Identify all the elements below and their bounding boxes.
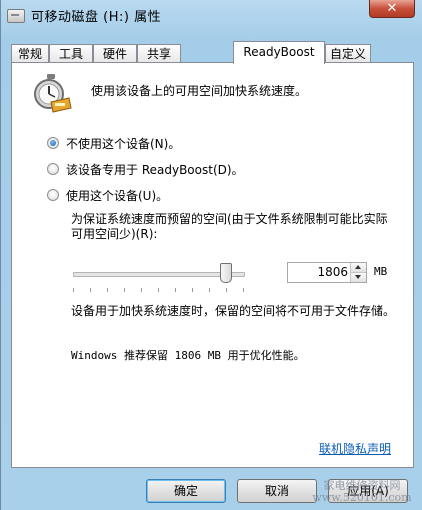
reserve-space-label: 为保证系统速度而预留的空间(由于文件系统限制可能比实际可用空间少)(R): — [71, 212, 388, 241]
slider-tick — [141, 288, 142, 292]
spin-down-icon[interactable] — [351, 273, 366, 282]
spin-up-icon[interactable] — [351, 263, 366, 273]
tab-general[interactable]: 常规 — [11, 44, 49, 63]
radio-button[interactable] — [47, 137, 59, 149]
option-label: 不使用这个设备(N)。 — [66, 136, 181, 151]
unit-label: MB — [374, 265, 388, 278]
close-button[interactable]: ✕ — [369, 0, 415, 18]
slider-tick — [209, 288, 210, 292]
slider-tick — [124, 288, 125, 292]
option-dedicate[interactable]: 该设备专用于 ReadyBoost(D)。 — [47, 160, 244, 178]
title-bar[interactable]: 可移动磁盘 (H:) 属性 ✕ — [1, 0, 422, 34]
radio-button[interactable] — [47, 189, 59, 201]
tab-hardware[interactable]: 硬件 — [93, 44, 137, 63]
tab-readyboost[interactable]: ReadyBoost — [233, 41, 325, 64]
recommendation-text: Windows 推荐保留 1806 MB 用于优化性能。 — [71, 349, 305, 362]
slider-tick — [175, 288, 176, 292]
ok-button[interactable]: 确定 — [146, 479, 226, 503]
radio-button[interactable] — [47, 163, 59, 175]
tab-strip: 常规 工具 硬件 共享 ReadyBoost 自定义 — [11, 41, 411, 64]
watermark: 家电维修资料网 www.520101.com — [303, 480, 421, 506]
properties-window: 可移动磁盘 (H:) 属性 ✕ 常规 工具 硬件 共享 ReadyBoost 自… — [0, 0, 422, 510]
slider-tick — [158, 288, 159, 292]
reserve-value[interactable]: 1806 — [288, 265, 348, 279]
slider-tick — [243, 288, 244, 292]
close-icon: ✕ — [386, 1, 398, 16]
privacy-link[interactable]: 联机隐私声明 — [319, 440, 391, 457]
slider-tick — [73, 288, 74, 292]
option-label: 使用这个设备(U)。 — [66, 188, 169, 203]
window-title: 可移动磁盘 (H:) 属性 — [31, 10, 162, 25]
readyboost-stopwatch-icon — [34, 74, 72, 113]
option-use-device[interactable]: 使用这个设备(U)。 — [47, 186, 168, 204]
reserve-slider-thumb[interactable] — [220, 263, 232, 283]
tab-sharing[interactable]: 共享 — [137, 44, 181, 63]
slider-tick — [226, 288, 227, 292]
watermark-line2: www.520101.com — [312, 491, 412, 504]
slider-tick — [192, 288, 193, 292]
reserve-spinbox[interactable]: 1806 — [287, 262, 367, 283]
option-label: 该设备专用于 ReadyBoost(D)。 — [66, 162, 244, 177]
slider-ticks — [73, 288, 245, 293]
panel-heading: 使用该设备上的可用空间加快系统速度。 — [91, 84, 308, 98]
tab-customize[interactable]: 自定义 — [325, 44, 371, 63]
option-do-not-use[interactable]: 不使用这个设备(N)。 — [47, 134, 180, 152]
spinner-buttons — [350, 263, 366, 282]
tab-tools[interactable]: 工具 — [49, 44, 93, 63]
drive-icon — [7, 9, 25, 23]
reserve-note: 设备用于加快系统速度时，保留的空间将不可用于文件存储。 — [71, 304, 396, 318]
slider-tick — [90, 288, 91, 292]
slider-tick — [107, 288, 108, 292]
